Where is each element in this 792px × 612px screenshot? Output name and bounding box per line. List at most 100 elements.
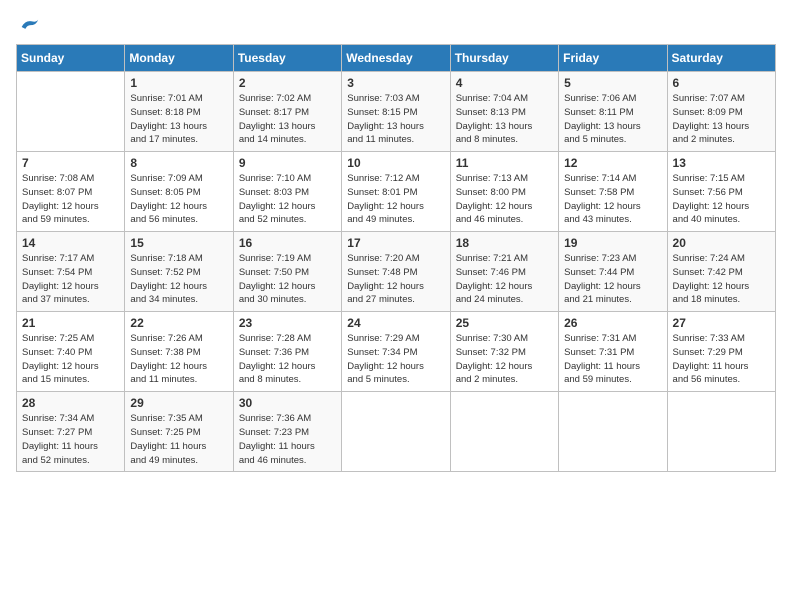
logo (16, 16, 40, 32)
day-cell: 24 Sunrise: 7:29 AM Sunset: 7:34 PM Dayli… (342, 312, 450, 392)
day-info: Sunrise: 7:17 AM Sunset: 7:54 PM Dayligh… (22, 252, 119, 307)
day-number: 22 (130, 316, 227, 330)
day-number: 2 (239, 76, 336, 90)
day-cell: 7 Sunrise: 7:08 AM Sunset: 8:07 PM Daylig… (17, 152, 125, 232)
day-cell: 19Sunrise: 7:23 AM Sunset: 7:44 PM Dayli… (559, 232, 667, 312)
day-cell (342, 392, 450, 472)
col-header-wednesday: Wednesday (342, 45, 450, 72)
day-number: 8 (130, 156, 227, 170)
day-cell: 3Sunrise: 7:03 AM Sunset: 8:15 PM Daylig… (342, 72, 450, 152)
day-cell: 25 Sunrise: 7:30 AM Sunset: 7:32 PM Dayli… (450, 312, 558, 392)
week-row-3: 14 Sunrise: 7:17 AM Sunset: 7:54 PM Dayli… (17, 232, 776, 312)
day-cell: 4 Sunrise: 7:04 AM Sunset: 8:13 PM Daylig… (450, 72, 558, 152)
day-number: 19 (564, 236, 661, 250)
day-info: Sunrise: 7:15 AM Sunset: 7:56 PM Dayligh… (673, 172, 770, 227)
col-header-friday: Friday (559, 45, 667, 72)
day-info: Sunrise: 7:33 AM Sunset: 7:29 PM Dayligh… (673, 332, 770, 387)
day-cell: 14 Sunrise: 7:17 AM Sunset: 7:54 PM Dayli… (17, 232, 125, 312)
day-cell: 1Sunrise: 7:01 AM Sunset: 8:18 PM Daylig… (125, 72, 233, 152)
day-info: Sunrise: 7:19 AM Sunset: 7:50 PM Dayligh… (239, 252, 336, 307)
day-info: Sunrise: 7:10 AM Sunset: 8:03 PM Dayligh… (239, 172, 336, 227)
day-cell: 26 Sunrise: 7:31 AM Sunset: 7:31 PM Dayli… (559, 312, 667, 392)
day-info: Sunrise: 7:31 AM Sunset: 7:31 PM Dayligh… (564, 332, 661, 387)
week-row-5: 28Sunrise: 7:34 AM Sunset: 7:27 PM Dayli… (17, 392, 776, 472)
day-cell: 30Sunrise: 7:36 AM Sunset: 7:23 PM Dayli… (233, 392, 341, 472)
day-info: Sunrise: 7:02 AM Sunset: 8:17 PM Dayligh… (239, 92, 336, 147)
day-number: 17 (347, 236, 444, 250)
day-number: 25 (456, 316, 553, 330)
day-cell: 5 Sunrise: 7:06 AM Sunset: 8:11 PM Daylig… (559, 72, 667, 152)
day-cell: 23 Sunrise: 7:28 AM Sunset: 7:36 PM Dayli… (233, 312, 341, 392)
day-cell: 16 Sunrise: 7:19 AM Sunset: 7:50 PM Dayli… (233, 232, 341, 312)
day-cell: 13 Sunrise: 7:15 AM Sunset: 7:56 PM Dayli… (667, 152, 775, 232)
day-cell: 22 Sunrise: 7:26 AM Sunset: 7:38 PM Dayli… (125, 312, 233, 392)
col-header-sunday: Sunday (17, 45, 125, 72)
day-number: 14 (22, 236, 119, 250)
week-row-4: 21Sunrise: 7:25 AM Sunset: 7:40 PM Dayli… (17, 312, 776, 392)
calendar-table: SundayMondayTuesdayWednesdayThursdayFrid… (16, 44, 776, 472)
day-number: 4 (456, 76, 553, 90)
col-header-tuesday: Tuesday (233, 45, 341, 72)
day-cell: 12 Sunrise: 7:14 AM Sunset: 7:58 PM Dayli… (559, 152, 667, 232)
col-header-thursday: Thursday (450, 45, 558, 72)
day-number: 12 (564, 156, 661, 170)
day-cell: 2 Sunrise: 7:02 AM Sunset: 8:17 PM Daylig… (233, 72, 341, 152)
day-info: Sunrise: 7:09 AM Sunset: 8:05 PM Dayligh… (130, 172, 227, 227)
day-number: 11 (456, 156, 553, 170)
day-number: 5 (564, 76, 661, 90)
day-info: Sunrise: 7:21 AM Sunset: 7:46 PM Dayligh… (456, 252, 553, 307)
day-cell: 20 Sunrise: 7:24 AM Sunset: 7:42 PM Dayli… (667, 232, 775, 312)
day-cell: 6 Sunrise: 7:07 AM Sunset: 8:09 PM Daylig… (667, 72, 775, 152)
day-info: Sunrise: 7:28 AM Sunset: 7:36 PM Dayligh… (239, 332, 336, 387)
day-cell: 15 Sunrise: 7:18 AM Sunset: 7:52 PM Dayli… (125, 232, 233, 312)
day-info: Sunrise: 7:34 AM Sunset: 7:27 PM Dayligh… (22, 412, 119, 467)
day-info: Sunrise: 7:29 AM Sunset: 7:34 PM Dayligh… (347, 332, 444, 387)
week-row-1: 1Sunrise: 7:01 AM Sunset: 8:18 PM Daylig… (17, 72, 776, 152)
day-info: Sunrise: 7:24 AM Sunset: 7:42 PM Dayligh… (673, 252, 770, 307)
day-number: 6 (673, 76, 770, 90)
day-cell (559, 392, 667, 472)
day-number: 18 (456, 236, 553, 250)
day-info: Sunrise: 7:07 AM Sunset: 8:09 PM Dayligh… (673, 92, 770, 147)
day-number: 16 (239, 236, 336, 250)
day-number: 20 (673, 236, 770, 250)
day-cell (17, 72, 125, 152)
day-info: Sunrise: 7:08 AM Sunset: 8:07 PM Dayligh… (22, 172, 119, 227)
day-info: Sunrise: 7:18 AM Sunset: 7:52 PM Dayligh… (130, 252, 227, 307)
day-cell: 9 Sunrise: 7:10 AM Sunset: 8:03 PM Daylig… (233, 152, 341, 232)
day-info: Sunrise: 7:14 AM Sunset: 7:58 PM Dayligh… (564, 172, 661, 227)
day-number: 7 (22, 156, 119, 170)
week-row-2: 7 Sunrise: 7:08 AM Sunset: 8:07 PM Daylig… (17, 152, 776, 232)
day-number: 24 (347, 316, 444, 330)
day-number: 13 (673, 156, 770, 170)
day-number: 1 (130, 76, 227, 90)
day-cell: 29 Sunrise: 7:35 AM Sunset: 7:25 PM Dayli… (125, 392, 233, 472)
day-cell: 27 Sunrise: 7:33 AM Sunset: 7:29 PM Dayli… (667, 312, 775, 392)
day-info: Sunrise: 7:25 AM Sunset: 7:40 PM Dayligh… (22, 332, 119, 387)
col-header-monday: Monday (125, 45, 233, 72)
day-cell: 10Sunrise: 7:12 AM Sunset: 8:01 PM Dayli… (342, 152, 450, 232)
day-number: 15 (130, 236, 227, 250)
day-info: Sunrise: 7:03 AM Sunset: 8:15 PM Dayligh… (347, 92, 444, 147)
header-row: SundayMondayTuesdayWednesdayThursdayFrid… (17, 45, 776, 72)
page-header (16, 16, 776, 32)
day-number: 29 (130, 396, 227, 410)
day-number: 27 (673, 316, 770, 330)
day-number: 10 (347, 156, 444, 170)
day-info: Sunrise: 7:36 AM Sunset: 7:23 PM Dayligh… (239, 412, 336, 467)
day-number: 23 (239, 316, 336, 330)
day-cell: 21Sunrise: 7:25 AM Sunset: 7:40 PM Dayli… (17, 312, 125, 392)
day-info: Sunrise: 7:35 AM Sunset: 7:25 PM Dayligh… (130, 412, 227, 467)
day-cell: 11 Sunrise: 7:13 AM Sunset: 8:00 PM Dayli… (450, 152, 558, 232)
day-info: Sunrise: 7:20 AM Sunset: 7:48 PM Dayligh… (347, 252, 444, 307)
day-info: Sunrise: 7:26 AM Sunset: 7:38 PM Dayligh… (130, 332, 227, 387)
day-info: Sunrise: 7:13 AM Sunset: 8:00 PM Dayligh… (456, 172, 553, 227)
day-info: Sunrise: 7:30 AM Sunset: 7:32 PM Dayligh… (456, 332, 553, 387)
day-info: Sunrise: 7:06 AM Sunset: 8:11 PM Dayligh… (564, 92, 661, 147)
day-number: 9 (239, 156, 336, 170)
day-cell: 18 Sunrise: 7:21 AM Sunset: 7:46 PM Dayli… (450, 232, 558, 312)
day-cell: 28Sunrise: 7:34 AM Sunset: 7:27 PM Dayli… (17, 392, 125, 472)
day-info: Sunrise: 7:04 AM Sunset: 8:13 PM Dayligh… (456, 92, 553, 147)
day-cell: 17 Sunrise: 7:20 AM Sunset: 7:48 PM Dayli… (342, 232, 450, 312)
day-number: 26 (564, 316, 661, 330)
